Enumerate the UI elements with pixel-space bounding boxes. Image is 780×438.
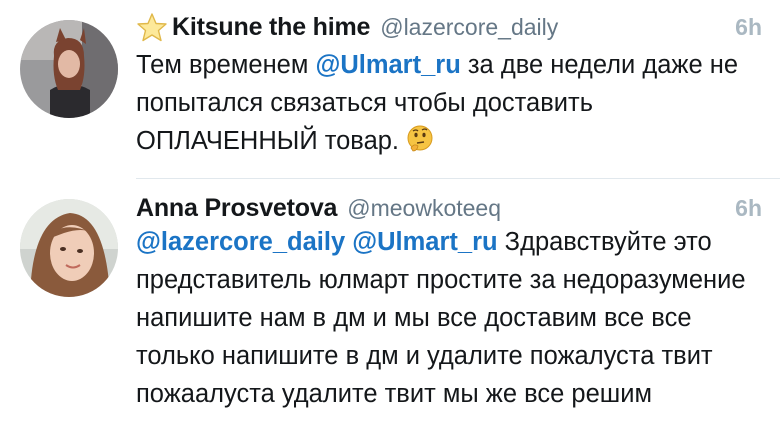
mention-link[interactable]: @Ulmart_ru — [352, 228, 497, 256]
timestamp[interactable]: 6h — [735, 14, 762, 41]
timestamp[interactable]: 6h — [735, 195, 762, 222]
tweet-header: Kitsune the hime @lazercore_daily 6h — [136, 12, 762, 42]
display-name[interactable]: Anna Prosvetova — [136, 194, 337, 223]
user-handle[interactable]: @lazercore_daily — [380, 14, 558, 41]
avatar-photo-icon — [20, 20, 118, 118]
tweet-text: Тем временем @Ulmart_ru за две недели да… — [136, 46, 760, 160]
avatar-photo-icon — [20, 199, 118, 297]
mention-link[interactable]: @lazercore_daily — [136, 228, 345, 256]
tweet-header: Anna Prosvetova @meowkoteeq 6h — [136, 193, 762, 223]
tweet-text: @lazercore_daily @Ulmart_ru Здравствуйте… — [136, 223, 760, 413]
user-handle[interactable]: @meowkoteeq — [347, 195, 501, 222]
avatar[interactable] — [20, 20, 118, 118]
tweet-text-part: Тем временем — [136, 51, 316, 79]
avatar[interactable] — [20, 199, 118, 297]
star-icon — [137, 13, 167, 42]
display-name[interactable]: Kitsune the hime — [172, 13, 370, 42]
tweet-1[interactable]: Kitsune the hime @lazercore_daily 6h Тем… — [0, 0, 780, 178]
thinking-face-emoji-icon — [407, 125, 433, 152]
mention-link[interactable]: @Ulmart_ru — [315, 51, 460, 79]
tweet-2[interactable]: Anna Prosvetova @meowkoteeq 6h @lazercor… — [0, 179, 780, 438]
